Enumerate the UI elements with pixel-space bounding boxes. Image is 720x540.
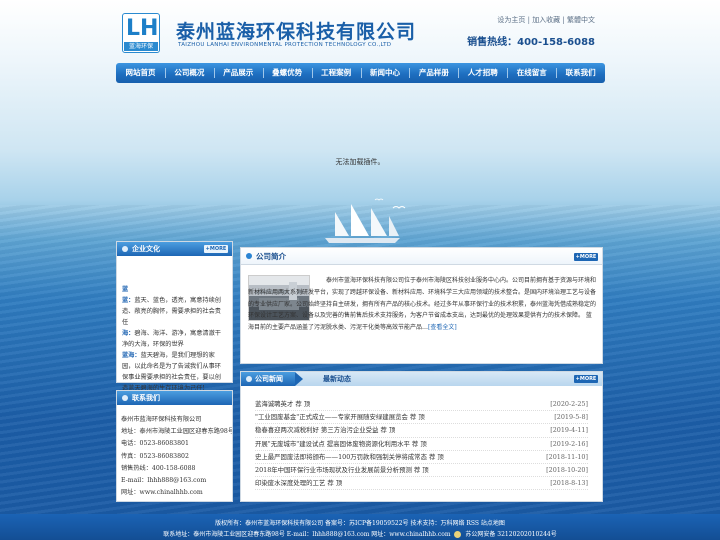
- top-links: 设为主页 | 加入收藏 | 繁體中文: [497, 16, 595, 24]
- intro-text: 泰州市蓝海环保科技有限公司位于泰州市海陵区科技创业服务中心内。公司目前拥有基于资…: [248, 275, 596, 334]
- news-item[interactable]: 稳春喜迎两次减税利好 第三方治污企业受益 荐 顶 [2019-4-11]: [255, 424, 588, 438]
- bullet-icon: [246, 253, 252, 259]
- company-intro-panel: 公司简介 +MORE 泰州市蓝海环保科技有限公司位于泰州市海陵区科技创业服务中心…: [240, 247, 603, 364]
- contact-website[interactable]: 网址：www.chinalhhb.com: [121, 487, 228, 499]
- company-name-english: TAIZHOU LANHAI ENVIRONMENTAL PROTECTION …: [178, 42, 392, 48]
- contact-info: 泰州市蓝海环保科技有限公司 地址：泰州市海陵工业园区迎春东路98号 电话：052…: [117, 405, 232, 499]
- contact-company: 泰州市蓝海环保科技有限公司: [121, 416, 202, 423]
- nav-cases[interactable]: 工程案例: [311, 63, 361, 83]
- add-favorite-link[interactable]: 加入收藏: [532, 16, 560, 24]
- bullet-icon: [122, 395, 128, 401]
- logo-subtitle: 蓝海环保: [124, 42, 158, 51]
- company-name: 泰州蓝海环保科技有限公司: [176, 21, 417, 43]
- news-date: [2018-11-10]: [546, 452, 588, 461]
- culture-term-bluesea: 蓝海：: [122, 352, 141, 359]
- news-date: [2020-2-25]: [550, 400, 588, 408]
- news-item[interactable]: "工业固废基金"正式成立——专家开展随安绿建展览会 荐 顶 [2019-5-8]: [255, 411, 588, 425]
- culture-more-button[interactable]: +MORE: [204, 245, 228, 253]
- main-nav: 网站首页 公司概况 产品展示 叠螺优势 工程案例 新闻中心 产品样册 人才招聘 …: [116, 63, 605, 83]
- news-header: 公司新闻 最新动态 +MORE: [241, 372, 602, 386]
- nav-contact[interactable]: 联系我们: [556, 63, 605, 83]
- news-more-button[interactable]: +MORE: [574, 375, 598, 383]
- nav-catalog[interactable]: 产品样册: [409, 63, 458, 83]
- news-item[interactable]: 印染废水深度处理的工艺 荐 顶 [2018-8-13]: [255, 477, 588, 491]
- culture-term-sea: 海：: [122, 330, 135, 337]
- news-title[interactable]: 稳春喜迎两次减税利好 第三方治污企业受益 荐 顶: [255, 424, 395, 436]
- contact-panel: 联系我们 泰州市蓝海环保科技有限公司 地址：泰州市海陵工业园区迎春东路98号 电…: [116, 390, 233, 502]
- bullet-icon: [246, 376, 252, 382]
- set-homepage-link[interactable]: 设为主页: [497, 16, 525, 24]
- site-footer: 版权所有：泰州市蓝海环保科技有限公司 备案号：苏ICP备19059522号 技术…: [0, 514, 720, 540]
- tab-latest-news[interactable]: 最新动态: [309, 372, 363, 386]
- news-title[interactable]: 印染废水深度处理的工艺 荐 顶: [255, 477, 342, 489]
- tab-latest-news-label: 最新动态: [323, 374, 351, 383]
- news-title[interactable]: 史上最严固废法即将颁布——100万罚款和强制关停将成常态 荐 顶: [255, 451, 444, 463]
- culture-heading: 蓝: [122, 286, 129, 293]
- news-title[interactable]: 2018年中国环保行业市场现状及行业发展前景分析预测 荐 顶: [255, 464, 429, 476]
- culture-title: 企业文化: [132, 244, 160, 253]
- contact-address: 地址：泰州市海陵工业园区迎春东路98号: [121, 428, 232, 436]
- contact-phone: 电话：0523-86083801: [121, 440, 189, 448]
- news-date: [2018-10-20]: [546, 466, 588, 475]
- site-header: LH 蓝海环保 泰州蓝海环保科技有限公司 TAIZHOU LANHAI ENVI…: [0, 0, 720, 62]
- nav-company-overview[interactable]: 公司概况: [164, 63, 214, 83]
- logo-mark: LH: [126, 16, 159, 41]
- news-panel: 公司新闻 最新动态 +MORE 蓝海诚聘英才 荐 顶 [2020-2-25] "工…: [240, 371, 603, 502]
- contact-hotline: 销售热线：400-158-6088: [121, 464, 196, 472]
- contact-header: 联系我们: [117, 391, 232, 405]
- tab-company-news-label: 公司新闻: [255, 374, 283, 383]
- intro-header: 公司简介 +MORE: [241, 248, 602, 265]
- read-more-link[interactable]: [查看全文]: [428, 324, 457, 331]
- news-item[interactable]: 史上最严固废法即将颁布——100万罚款和强制关停将成常态 荐 顶 [2018-11…: [255, 451, 588, 465]
- contact-email[interactable]: E-mail：lhhh888@163.com: [121, 475, 228, 487]
- traditional-chinese-link[interactable]: 繁體中文: [567, 16, 595, 24]
- nav-news[interactable]: 新闻中心: [360, 63, 410, 83]
- news-title[interactable]: 开展"无废城市"建设试点 提高固体废物资源化利用水平 荐 顶: [255, 438, 427, 450]
- culture-text: 蓝 蓝：蓝天、蓝色，透亮，寓意持续创造、敞亮的胸怀，需要承担的社会责任 海：碧海…: [117, 256, 232, 394]
- nav-message[interactable]: 在线留言: [507, 63, 556, 83]
- sales-hotline: 销售热线：400-158-6088: [467, 37, 595, 48]
- contact-title: 联系我们: [132, 393, 160, 402]
- intro-title: 公司简介: [256, 252, 286, 261]
- sailing-ship-illustration: [325, 198, 406, 243]
- police-badge-icon: [454, 531, 462, 538]
- nav-products[interactable]: 产品展示: [213, 63, 263, 83]
- culture-header: 企业文化 +MORE: [117, 242, 232, 256]
- contact-fax: 传真：0523-86083802: [121, 452, 189, 460]
- news-date: [2018-8-13]: [550, 479, 588, 488]
- footer-address: 联系地址：泰州市海陵工业园区迎春东路98号 E-mail：lhhh888@163…: [163, 531, 451, 538]
- nav-advantages[interactable]: 叠螺优势: [262, 63, 312, 83]
- news-item[interactable]: 2018年中国环保行业市场现状及行业发展前景分析预测 荐 顶 [2018-10-2…: [255, 464, 588, 478]
- culture-panel: 企业文化 +MORE 蓝 蓝：蓝天、蓝色，透亮，寓意持续创造、敞亮的胸怀，需要承…: [116, 241, 233, 392]
- footer-police-record[interactable]: 苏公网安备 32120202010244号: [465, 531, 556, 538]
- news-title[interactable]: 蓝海诚聘英才 荐 顶: [255, 398, 310, 410]
- footer-contact-line: 联系地址：泰州市海陵工业园区迎春东路98号 E-mail：lhhh888@163…: [0, 529, 720, 538]
- company-logo[interactable]: LH 蓝海环保: [122, 13, 160, 53]
- news-list: 蓝海诚聘英才 荐 顶 [2020-2-25] "工业固废基金"正式成立——专家开展…: [241, 386, 602, 491]
- news-title[interactable]: "工业固废基金"正式成立——专家开展随安绿建展览会 荐 顶: [255, 411, 425, 423]
- news-date: [2019-2-16]: [550, 439, 588, 448]
- news-item[interactable]: 开展"无废城市"建设试点 提高固体废物资源化利用水平 荐 顶 [2019-2-16…: [255, 438, 588, 451]
- news-date: [2019-4-11]: [550, 426, 588, 435]
- nav-jobs[interactable]: 人才招聘: [458, 63, 507, 83]
- intro-more-button[interactable]: +MORE: [574, 253, 598, 261]
- news-item[interactable]: 蓝海诚聘英才 荐 顶 [2020-2-25]: [255, 398, 588, 412]
- footer-copyright: 版权所有：泰州市蓝海环保科技有限公司 备案号：苏ICP备19059522号 技术…: [215, 520, 505, 527]
- intro-paragraph: 泰州市蓝海环保科技有限公司位于泰州市海陵区科技创业服务中心内。公司目前拥有基于资…: [248, 277, 597, 332]
- culture-term-blue-text: 蓝天、蓝色，透亮，寓意持续创造、敞亮的胸怀，需要承担的社会责任: [122, 297, 221, 326]
- culture-term-sea-text: 碧海、海洋、游净，寓意清澈干净的大海，环保的世界: [122, 330, 221, 348]
- news-date: [2019-5-8]: [554, 413, 588, 422]
- tab-company-news[interactable]: 公司新闻: [241, 372, 303, 386]
- culture-term-blue: 蓝：: [122, 297, 135, 304]
- plugin-error-message: 无法加载插件。: [335, 158, 385, 166]
- nav-home[interactable]: 网站首页: [116, 63, 165, 83]
- bullet-icon: [122, 246, 128, 252]
